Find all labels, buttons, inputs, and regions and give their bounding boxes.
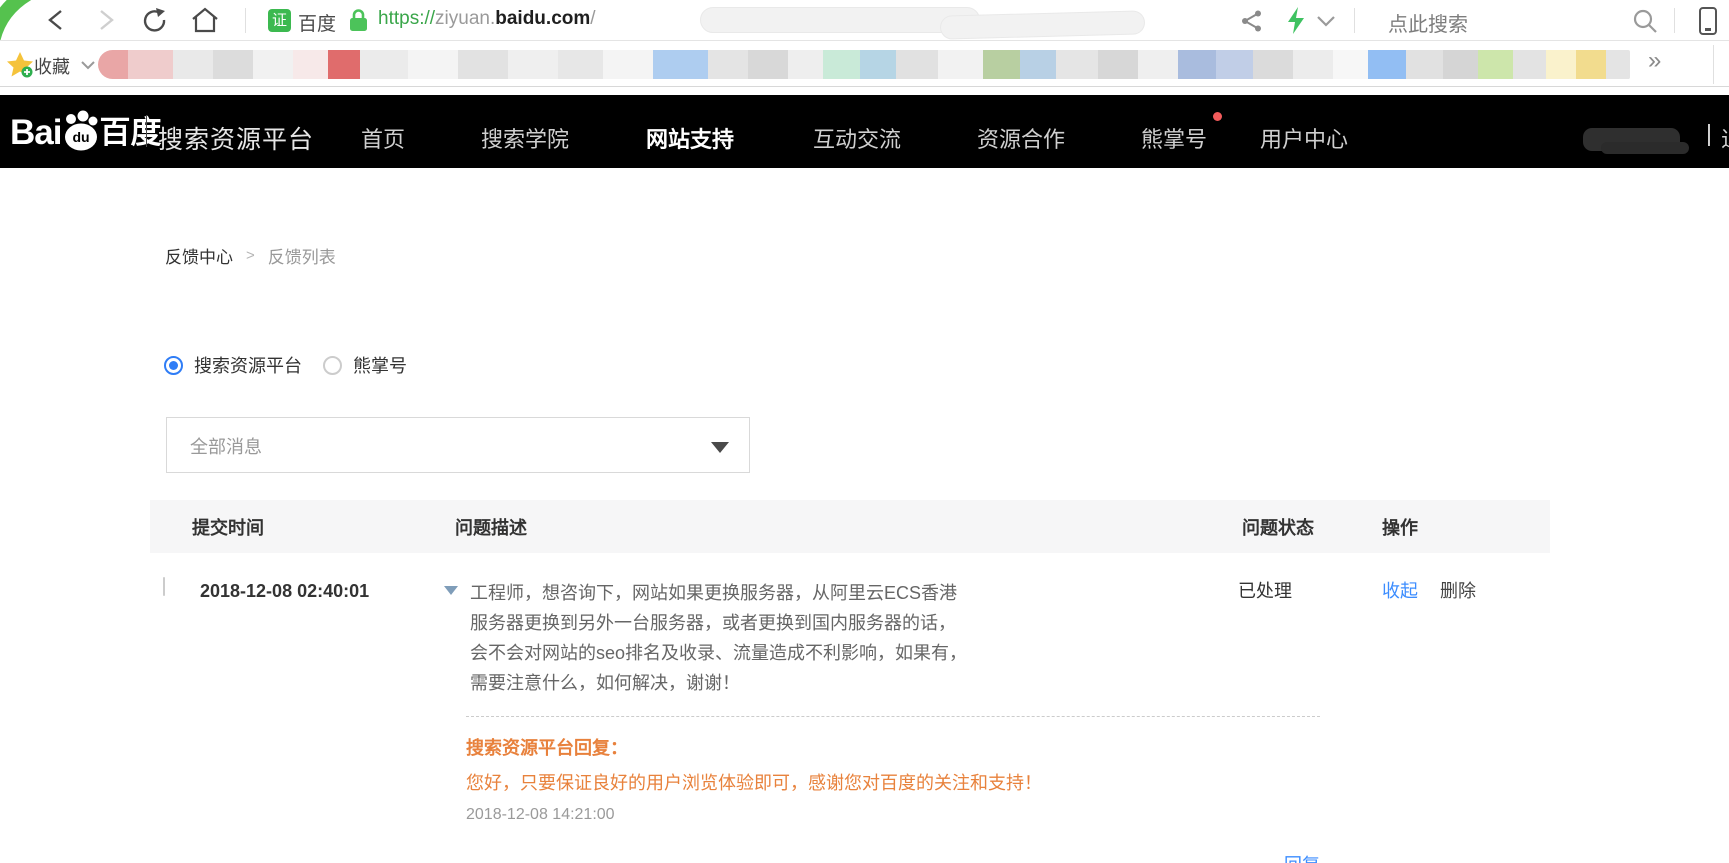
notification-dot <box>1213 112 1222 121</box>
nav-platform-title[interactable]: 搜索资源平台 <box>158 120 314 156</box>
toolbar-separator <box>245 8 246 33</box>
breadcrumb: 反馈中心 > 反馈列表 <box>165 243 336 268</box>
breadcrumb-feedback-list: 反馈列表 <box>268 243 336 268</box>
browser-window: 证 百度 https://ziyuan.baidu.com/ 点此搜索 <box>0 0 1729 863</box>
radio-search-platform-label[interactable]: 搜索资源平台 <box>194 352 302 378</box>
address-bar-url[interactable]: https://ziyuan.baidu.com/ <box>378 8 596 30</box>
reply-link[interactable]: 回复 <box>1284 855 1320 863</box>
nav-item-resources[interactable]: 资源合作 <box>977 122 1065 154</box>
favorites-star-icon[interactable] <box>7 51 34 78</box>
dropdown-value: 全部消息 <box>190 433 262 459</box>
reply-link-row: 回复 <box>466 851 1320 863</box>
reply-body: 您好，只要保证良好的用户浏览体验即可，感谢您对百度的关注和支持！ <box>466 769 1320 795</box>
nav-pipe-separator: | <box>1706 120 1712 147</box>
lightning-accelerator-icon[interactable] <box>1286 7 1306 34</box>
header-description: 问题描述 <box>440 514 1218 540</box>
status-badge: 已处理 <box>1218 578 1372 604</box>
logout-link-clipped[interactable]: 退 <box>1721 122 1729 154</box>
baidu-paw-icon: du <box>59 110 101 152</box>
row-description-cell: 工程师，想咨询下，网站如果更换服务器，从阿里云ECS香港 服务器更换到另外一台服… <box>440 578 1218 698</box>
reply-timestamp: 2018-12-08 14:21:00 <box>466 806 1320 824</box>
nav-item-home[interactable]: 首页 <box>361 122 405 154</box>
dropdown-caret-icon <box>711 442 729 453</box>
nav-item-user-center[interactable]: 用户中心 <box>1260 122 1348 154</box>
site-cert-badge[interactable]: 证 <box>268 9 291 32</box>
browser-logo-fragment <box>0 0 34 40</box>
header-actions: 操作 <box>1372 514 1550 540</box>
feedback-table: 提交时间 问题描述 问题状态 操作 2018-12-08 02:40:01 工程… <box>150 500 1550 863</box>
breadcrumb-separator-icon: > <box>246 247 255 264</box>
forward-icon[interactable] <box>95 8 117 32</box>
toolbar-separator <box>1354 8 1355 33</box>
breadcrumb-feedback-center[interactable]: 反馈中心 <box>165 243 233 268</box>
home-icon[interactable] <box>190 6 220 35</box>
favorites-chevron-icon[interactable] <box>80 60 96 71</box>
search-box[interactable]: 点此搜索 <box>1388 8 1468 37</box>
search-icon[interactable] <box>1632 8 1658 34</box>
url-redacted-blur <box>700 6 1145 34</box>
question-text: 工程师，想咨询下，网站如果更换服务器，从阿里云ECS香港 服务器更换到另外一台服… <box>470 578 967 698</box>
favorites-label[interactable]: 收藏 <box>34 53 70 79</box>
back-icon[interactable] <box>45 8 67 32</box>
url-host: ziyuan. <box>435 8 495 29</box>
row-submit-time: 2018-12-08 02:40:01 <box>200 578 440 604</box>
header-status: 问题状态 <box>1218 514 1372 540</box>
url-scheme: https <box>378 8 419 29</box>
bookmarks-overflow-icon[interactable]: » <box>1648 47 1661 75</box>
browser-toolbar: 证 百度 https://ziyuan.baidu.com/ 点此搜索 <box>0 0 1729 41</box>
delete-link[interactable]: 删除 <box>1440 578 1476 604</box>
baidu-logo-cn: 百度 <box>99 114 161 152</box>
collapse-caret-icon[interactable] <box>444 586 458 595</box>
row-actions: 收起 删除 <box>1372 578 1550 604</box>
baidu-logo[interactable]: Bai du 百度 <box>10 110 161 152</box>
url-scheme-sep: :// <box>419 8 435 29</box>
radio-search-platform[interactable] <box>164 356 183 375</box>
platform-filter: 搜索资源平台 熊掌号 <box>164 352 407 378</box>
reply-title: 搜索资源平台回复： <box>466 734 1320 760</box>
reload-icon[interactable] <box>141 7 169 35</box>
bookmark-items-blurred[interactable] <box>98 50 1630 79</box>
nav-item-site-support[interactable]: 网站支持 <box>646 122 734 154</box>
row-checkbox[interactable] <box>163 577 165 596</box>
baidu-logo-bai: Bai <box>10 114 61 152</box>
collapse-link[interactable]: 收起 <box>1382 578 1418 604</box>
nav-divider <box>146 115 147 147</box>
url-domain: baidu.com <box>495 8 590 29</box>
chevron-down-icon[interactable] <box>1316 15 1336 28</box>
bookmarks-separator <box>1713 45 1714 84</box>
site-navbar: Bai du 百度 搜索资源平台 首页 搜索学院 网站支持 互动交流 资源合作 … <box>0 95 1729 168</box>
radio-xiongzhang-label[interactable]: 熊掌号 <box>353 352 407 378</box>
share-icon[interactable] <box>1240 9 1264 33</box>
message-type-dropdown[interactable]: 全部消息 <box>166 417 750 473</box>
table-header: 提交时间 问题描述 问题状态 操作 <box>150 500 1550 553</box>
header-submit-time: 提交时间 <box>150 514 440 540</box>
radio-xiongzhang[interactable] <box>323 356 342 375</box>
nav-item-academy[interactable]: 搜索学院 <box>481 122 569 154</box>
site-cert-name[interactable]: 百度 <box>298 9 336 36</box>
nav-item-xiongzhang[interactable]: 熊掌号 <box>1141 122 1207 154</box>
mobile-view-icon[interactable] <box>1697 6 1719 36</box>
nav-item-community[interactable]: 互动交流 <box>813 122 901 154</box>
svg-text:du: du <box>73 129 90 145</box>
https-lock-icon[interactable] <box>348 8 369 33</box>
table-row: 2018-12-08 02:40:01 工程师，想咨询下，网站如果更换服务器，从… <box>150 578 1550 698</box>
toolbar-separator <box>1674 8 1675 33</box>
bookmarks-bar: 收藏 » <box>0 42 1729 87</box>
url-path: / <box>590 8 595 29</box>
reply-panel: 搜索资源平台回复： 您好，只要保证良好的用户浏览体验即可，感谢您对百度的关注和支… <box>466 716 1320 863</box>
username-blurred[interactable] <box>1583 128 1680 151</box>
